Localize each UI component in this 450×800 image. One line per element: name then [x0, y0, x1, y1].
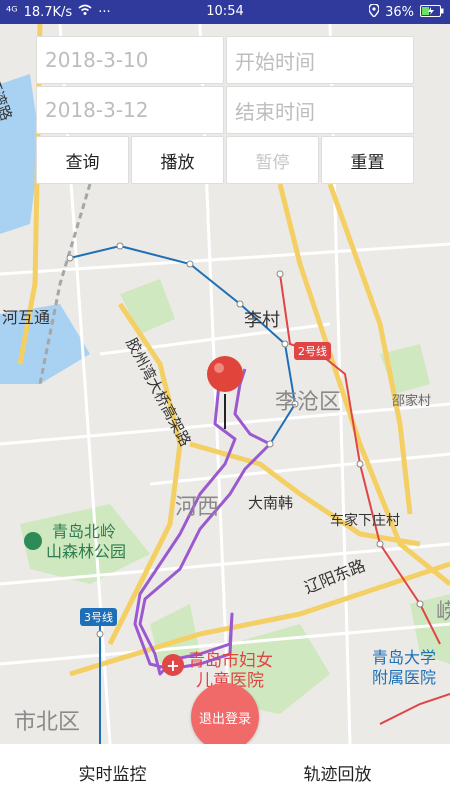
map-label-licang: 李沧区 — [275, 390, 342, 415]
start-date-field[interactable]: 2018-3-10 — [36, 36, 224, 84]
location-icon — [368, 3, 380, 21]
end-date-field[interactable]: 2018-3-12 — [36, 86, 224, 134]
start-time-field[interactable]: 开始时间 — [226, 36, 414, 84]
query-button[interactable]: 查询 — [36, 136, 129, 184]
map-label-university-2: 附属医院 — [372, 668, 437, 687]
end-time-field[interactable]: 结束时间 — [226, 86, 414, 134]
metro-line-2-badge: 2号线 — [294, 342, 331, 360]
query-panel: 2018-3-10 开始时间 2018-3-12 结束时间 查询 播放 暂停 重… — [36, 36, 414, 184]
map-label-forest-2: 山森林公园 — [46, 542, 127, 561]
map-label-licun: 李村 — [244, 310, 280, 331]
battery-icon — [420, 4, 444, 21]
play-button[interactable]: 播放 — [131, 136, 224, 184]
park-icon — [24, 532, 42, 550]
map-label-hehutong: 河互通 — [2, 308, 51, 327]
bottom-nav: 实时监控 轨迹回放 — [0, 744, 450, 800]
hospital-icon: + — [162, 654, 184, 676]
metro-line-3-badge: 3号线 — [80, 608, 117, 626]
tab-realtime-monitoring[interactable]: 实时监控 — [0, 760, 225, 785]
status-bar: ⁴ᴳ 18.7K/s ··· 10:54 36% — [0, 0, 450, 24]
map-label-danan: 大南韩 — [248, 494, 294, 512]
reset-button[interactable]: 重置 — [321, 136, 414, 184]
battery-percent: 36% — [385, 5, 414, 20]
map-label-shaojiacun: 邵家村 — [392, 394, 432, 409]
tab-track-playback[interactable]: 轨迹回放 — [225, 760, 450, 785]
pause-button[interactable]: 暂停 — [226, 136, 319, 184]
logout-button[interactable]: 退出登录 — [191, 683, 259, 751]
map-label-chejia: 车家下庄村 — [330, 513, 400, 529]
map-label-hexi: 河西 — [175, 495, 220, 520]
map-label-shibei: 市北区 — [14, 710, 81, 735]
clock: 10:54 — [206, 4, 244, 19]
map-label-lao: 崂 — [436, 600, 450, 625]
